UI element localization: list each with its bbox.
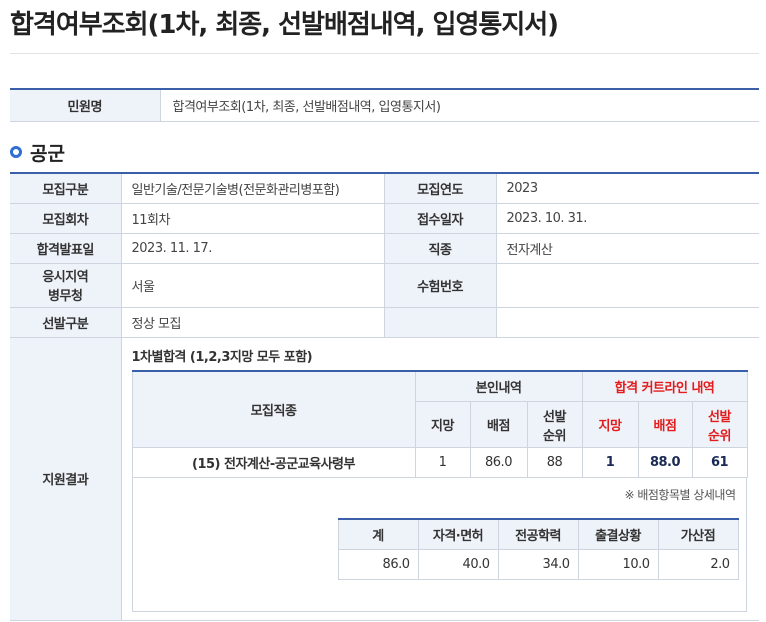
cut-rank: 61	[692, 447, 748, 478]
table-row: 선발구분 정상 모집	[10, 307, 759, 338]
title-divider	[10, 53, 759, 54]
score-header-attendance: 출결상황	[578, 519, 659, 550]
table-row: 모집직종 본인내역 합격 커트라인 내역	[132, 370, 748, 448]
score-header-license: 자격·면허	[418, 519, 499, 550]
page-title: 합격여부조회(1차, 최종, 선발배점내역, 입영통지서)	[10, 10, 559, 40]
region-label-line1: 응시지역	[42, 270, 89, 285]
announce-date-value: 2023. 11. 17.	[121, 233, 385, 264]
col-job-header: 모집직종	[132, 370, 416, 448]
table-row: 86.0 40.0 34.0 10.0 2.0	[338, 549, 739, 580]
score-license: 40.0	[418, 549, 499, 580]
apply-date-label: 접수일자	[384, 203, 497, 234]
exam-no-value	[496, 263, 759, 308]
apply-date-value: 2023. 10. 31.	[496, 203, 759, 234]
round-label: 모집회차	[10, 203, 122, 234]
civil-label: 민원명	[10, 89, 161, 122]
my-rank-header: 선발 순위	[527, 401, 583, 448]
table-row: 모집회차 11회차 접수일자 2023. 10. 31.	[10, 203, 759, 234]
cut-score-header: 배점	[638, 401, 693, 448]
result-subtitle: 1차별합격 (1,2,3지망 모두 포함)	[131, 349, 313, 365]
table-row: (15) 전자계산-공군교육사령부 1 86.0 88 1 88.0 61	[132, 447, 748, 478]
selection-label: 선발구분	[10, 307, 122, 338]
empty-value	[496, 307, 759, 338]
job-label: 직종	[384, 233, 497, 264]
col-mine-header: 본인내역	[415, 370, 583, 402]
score-major: 34.0	[498, 549, 579, 580]
region-label: 응시지역 병무청	[10, 263, 122, 308]
selection-value: 정상 모집	[121, 307, 385, 338]
score-attendance: 10.0	[578, 549, 659, 580]
score-detail-box: ※ 배점항목별 상세내역 계 자격·면허 전공학력 출결상황 가산점 86.0 …	[131, 478, 747, 612]
recruit-type-label: 모집구분	[10, 173, 122, 204]
score-total: 86.0	[338, 549, 419, 580]
score-header-total: 계	[338, 519, 419, 550]
section-header: 공군	[10, 140, 65, 165]
applied-job: (15) 전자계산-공군교육사령부	[132, 447, 416, 478]
table-row: 응시지역 병무청 서울 수험번호	[10, 263, 759, 308]
job-value: 전자계산	[496, 233, 759, 264]
recruit-info-table: 모집구분 일반기술/전문기술병(전문화관리병포함) 모집연도 2023 모집회차…	[10, 172, 759, 621]
exam-no-label: 수험번호	[384, 263, 497, 308]
empty-label	[384, 307, 497, 338]
table-row: 모집구분 일반기술/전문기술병(전문화관리병포함) 모집연도 2023	[10, 173, 759, 204]
cut-choice-header: 지망	[582, 401, 639, 448]
cut-score: 88.0	[638, 447, 693, 478]
my-score: 86.0	[470, 447, 528, 478]
region-value: 서울	[121, 263, 385, 308]
table-row: 합격발표일 2023. 11. 17. 직종 전자계산	[10, 233, 759, 264]
table-row: 계 자격·면허 전공학력 출결상황 가산점	[338, 519, 739, 550]
civil-request-table: 민원명 합격여부조회(1차, 최종, 선발배점내역, 입영통지서)	[10, 88, 759, 122]
recruit-type-value: 일반기술/전문기술병(전문화관리병포함)	[121, 173, 385, 204]
my-score-header: 배점	[470, 401, 528, 448]
score-detail-table: 계 자격·면허 전공학력 출결상황 가산점 86.0 40.0 34.0 10.…	[337, 518, 739, 580]
score-bonus: 2.0	[658, 549, 739, 580]
choice-result-table: 모집직종 본인내역 합격 커트라인 내역 지망 배점 선발 순위 지망 배점 선…	[131, 369, 748, 478]
result-cell: 1차별합격 (1,2,3지망 모두 포함) 모집직종 본인내역 합격 커트라인 …	[121, 337, 759, 621]
score-detail-note: ※ 배점항목별 상세내역	[624, 488, 736, 502]
cut-choice: 1	[582, 447, 639, 478]
region-label-line2: 병무청	[48, 289, 83, 304]
cut-rank-header: 선발 순위	[692, 401, 748, 448]
round-value: 11회차	[121, 203, 385, 234]
table-row: 지원결과 1차별합격 (1,2,3지망 모두 포함) 모집직종 본인내역 합격 …	[10, 337, 759, 621]
col-cutline-header: 합격 커트라인 내역	[582, 370, 748, 402]
circle-bullet-icon	[10, 146, 22, 158]
recruit-year-label: 모집연도	[384, 173, 497, 204]
my-choice-header: 지망	[415, 401, 471, 448]
score-header-bonus: 가산점	[658, 519, 739, 550]
recruit-year-value: 2023	[496, 173, 759, 204]
score-header-major: 전공학력	[498, 519, 579, 550]
section-title: 공군	[30, 142, 65, 165]
my-choice: 1	[415, 447, 471, 478]
civil-value: 합격여부조회(1차, 최종, 선발배점내역, 입영통지서)	[160, 89, 759, 122]
result-label: 지원결과	[10, 337, 122, 621]
my-rank: 88	[527, 447, 583, 478]
announce-date-label: 합격발표일	[10, 233, 122, 264]
